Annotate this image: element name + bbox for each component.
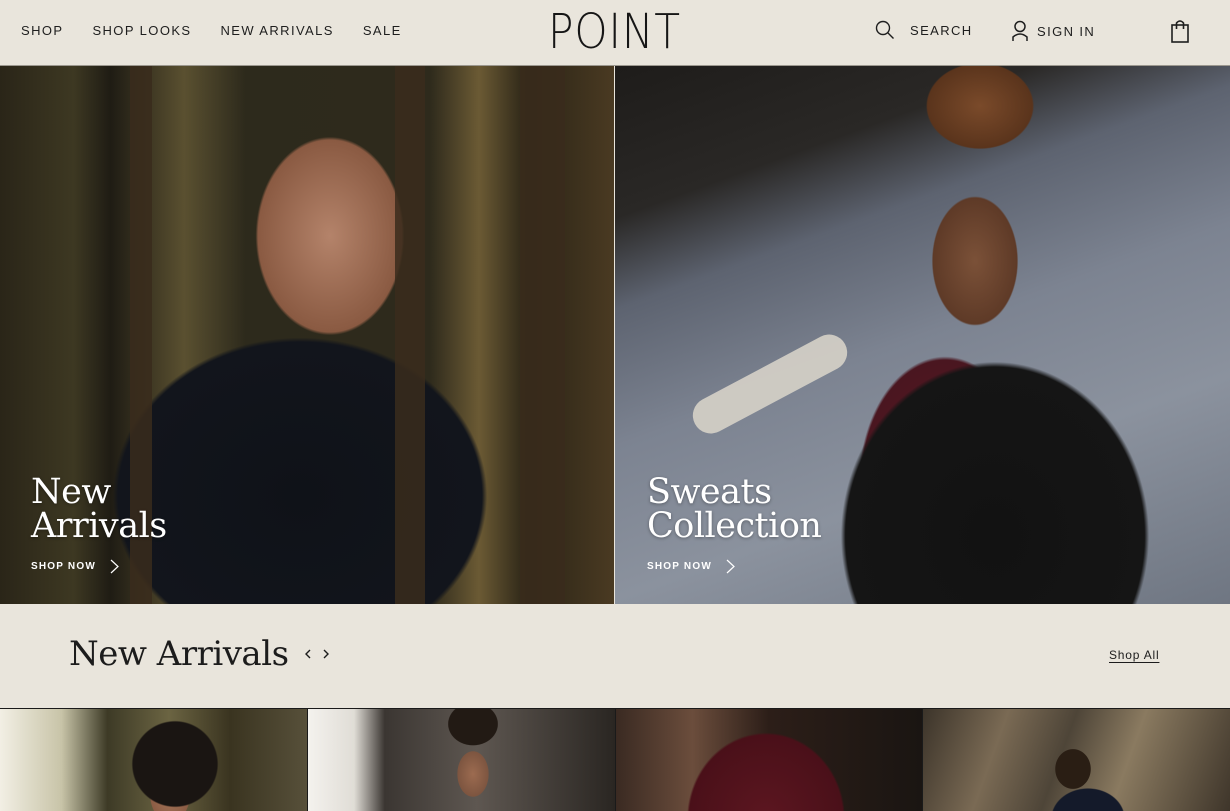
hero-section: New Arrivals SHOP NOW Sweats Collection … [0,66,1230,604]
carousel-arrows [303,646,331,662]
product-card[interactable] [923,709,1230,811]
chevron-right-icon [726,559,735,574]
sign-in-label: SIGN IN [1037,23,1096,39]
tree-trunk-decoration [520,66,565,604]
chevron-left-icon[interactable] [303,646,313,662]
search-icon [875,20,894,39]
hero-caption-left: New Arrivals SHOP NOW [31,475,167,574]
shop-now-link-right[interactable]: SHOP NOW [647,559,821,574]
hero-caption-right: Sweats Collection SHOP NOW [647,472,822,574]
hero-title-line: Arrivals [31,506,167,546]
brand-logo[interactable]: POINT [548,6,681,58]
nav-new-arrivals[interactable]: NEW ARRIVALS [220,23,333,38]
hero-title-right: Sweats Collection [647,472,822,546]
new-arrivals-header: New Arrivals Shop All [0,604,1230,708]
driftwood-decoration [686,328,854,440]
tree-trunk-decoration [395,66,425,604]
hero-panel-new-arrivals[interactable]: New Arrivals SHOP NOW [0,66,614,604]
chevron-right-icon [110,559,119,574]
hero-panel-sweats-collection[interactable]: Sweats Collection SHOP NOW [615,66,1230,604]
shop-now-link-left[interactable]: SHOP NOW [31,559,167,574]
chevron-right-icon[interactable] [321,646,331,662]
product-carousel [0,708,1230,811]
product-card[interactable] [0,709,307,811]
shop-now-label: SHOP NOW [647,561,712,572]
hero-title-line: New [31,472,111,512]
nav-shop-looks[interactable]: SHOP LOOKS [92,23,191,38]
hero-title-line: Collection [647,506,822,546]
product-card[interactable] [615,709,923,811]
search-button[interactable]: SEARCH [875,20,973,40]
main-nav: SHOP SHOP LOOKS NEW ARRIVALS SALE [21,23,402,38]
shop-now-label: SHOP NOW [31,561,96,572]
section-title: New Arrivals [69,634,289,674]
user-icon [1012,20,1028,41]
site-header: SHOP SHOP LOOKS NEW ARRIVALS SALE POINT … [0,0,1230,66]
sign-in-button[interactable]: SIGN IN [1011,20,1095,42]
hero-title-line: Sweats [647,472,772,512]
hero-title-left: New Arrivals [31,472,167,546]
product-card[interactable] [307,709,615,811]
shop-all-link[interactable]: Shop All [1109,648,1159,662]
shopping-bag-icon [1171,20,1189,43]
cart-button[interactable] [1170,19,1190,48]
search-label: SEARCH [910,22,973,38]
nav-sale[interactable]: SALE [363,23,402,38]
nav-shop[interactable]: SHOP [21,23,63,38]
